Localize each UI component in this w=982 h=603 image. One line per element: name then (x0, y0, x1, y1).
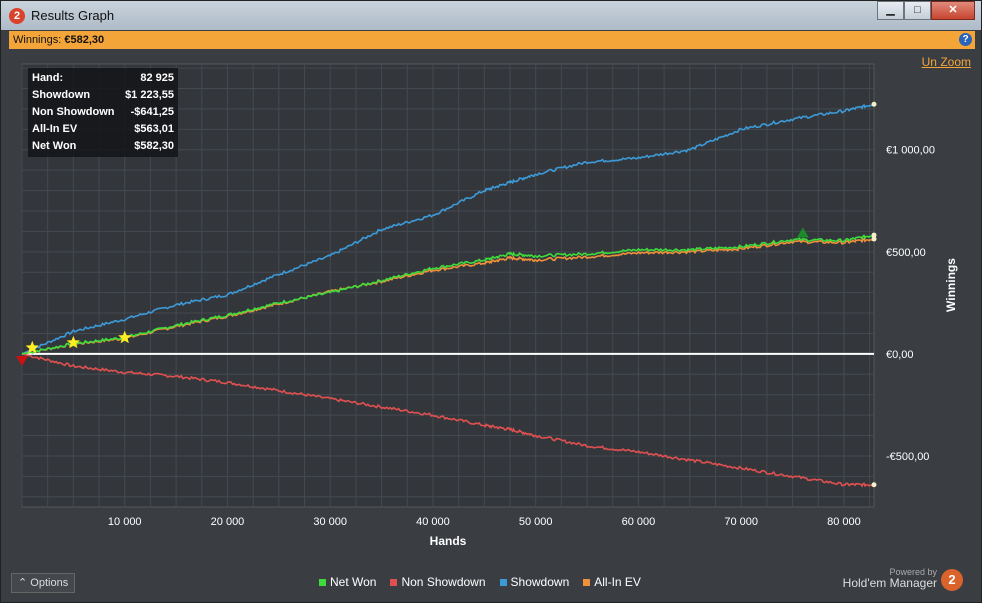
x-tick-label: 70 000 (724, 516, 758, 528)
legend-swatch (583, 578, 591, 586)
x-tick-label: 50 000 (519, 516, 553, 528)
x-tick-label: 20 000 (211, 516, 245, 528)
help-icon[interactable]: ? (959, 33, 972, 46)
stats-row: Showdown $1 223,55 (32, 87, 174, 104)
close-button[interactable]: ✕ (931, 1, 975, 20)
stats-row: Net Won $582,30 (32, 138, 174, 155)
options-label: Options (30, 577, 69, 589)
series-end-point (871, 232, 877, 238)
stats-label: Showdown (32, 89, 91, 101)
x-tick-label: 10 000 (108, 516, 142, 528)
stats-value: -$641,25 (130, 106, 174, 118)
unzoom-link[interactable]: Un Zoom (922, 55, 971, 69)
stats-box: Hand: 82 925 Showdown $1 223,55 Non Showdown… (28, 68, 178, 157)
stats-row: All-In EV $563,01 (32, 121, 174, 138)
y-tick-label: €500,00 (886, 247, 926, 259)
window-title: Results Graph (31, 8, 115, 23)
holdem-manager-label: Hold'em Manager (842, 576, 937, 590)
title-bar[interactable]: 2 Results Graph ▁ □ ✕ (1, 1, 981, 30)
legend-item[interactable]: Net Won (319, 575, 376, 589)
legend-label: Non Showdown (401, 575, 486, 589)
legend-label: Net Won (330, 575, 377, 589)
legend-item[interactable]: Showdown (499, 575, 570, 589)
stats-label: Net Won (32, 140, 77, 152)
chart-legend: Net Won Non Showdown Showdown All-In EV (319, 575, 641, 589)
y-tick-label: €1 000,00 (886, 145, 935, 157)
y-tick-label: -€500,00 (886, 451, 929, 463)
stats-value: $1 223,55 (125, 89, 174, 101)
x-tick-label: 60 000 (622, 516, 656, 528)
results-graph-window: 2 Results Graph ▁ □ ✕ Winnings: €582,30 … (0, 0, 982, 603)
x-tick-label: 30 000 (313, 516, 347, 528)
series-end-point (871, 101, 877, 107)
winnings-label: Winnings: (13, 34, 62, 46)
app-logo-icon: 2 (9, 8, 25, 24)
chevron-up-icon: ⌃ (18, 577, 28, 589)
x-tick-label: 40 000 (416, 516, 450, 528)
stats-label: All-In EV (32, 123, 78, 135)
stats-value: $582,30 (134, 140, 174, 152)
minimize-button[interactable]: ▁ (877, 1, 904, 20)
legend-item[interactable]: All-In EV (583, 575, 641, 589)
winnings-value: €582,30 (64, 34, 105, 46)
legend-swatch (319, 578, 326, 586)
legend-label: Showdown (510, 575, 570, 589)
y-tick-label: €0,00 (886, 349, 914, 361)
stats-row: Hand: 82 925 (32, 70, 174, 87)
stats-label: Hand: (32, 72, 64, 84)
legend-item[interactable]: Non Showdown (390, 575, 486, 589)
x-axis-label: Hands (430, 534, 467, 548)
window-controls: ▁ □ ✕ (877, 1, 975, 21)
holdem-manager-logo-icon: 2 (941, 569, 963, 591)
options-button[interactable]: ⌃ Options (11, 573, 75, 593)
x-tick-label: 80 000 (827, 516, 861, 528)
maximize-button[interactable]: □ (904, 1, 931, 20)
y-axis-label: Winnings (944, 258, 958, 312)
stats-value: 82 925 (140, 72, 174, 84)
legend-swatch (499, 578, 507, 586)
legend-label: All-In EV (594, 575, 641, 589)
graph-panel: 10 000 20 000 30 000 40 000 50 000 60 000 70 0… (9, 49, 975, 597)
legend-swatch (390, 578, 398, 586)
stats-label: Non Showdown (32, 106, 115, 118)
series-end-point (871, 482, 877, 488)
stats-value: $563,01 (134, 123, 174, 135)
stats-row: Non Showdown -$641,25 (32, 104, 174, 121)
winnings-bar: Winnings: €582,30 ? (9, 31, 975, 49)
